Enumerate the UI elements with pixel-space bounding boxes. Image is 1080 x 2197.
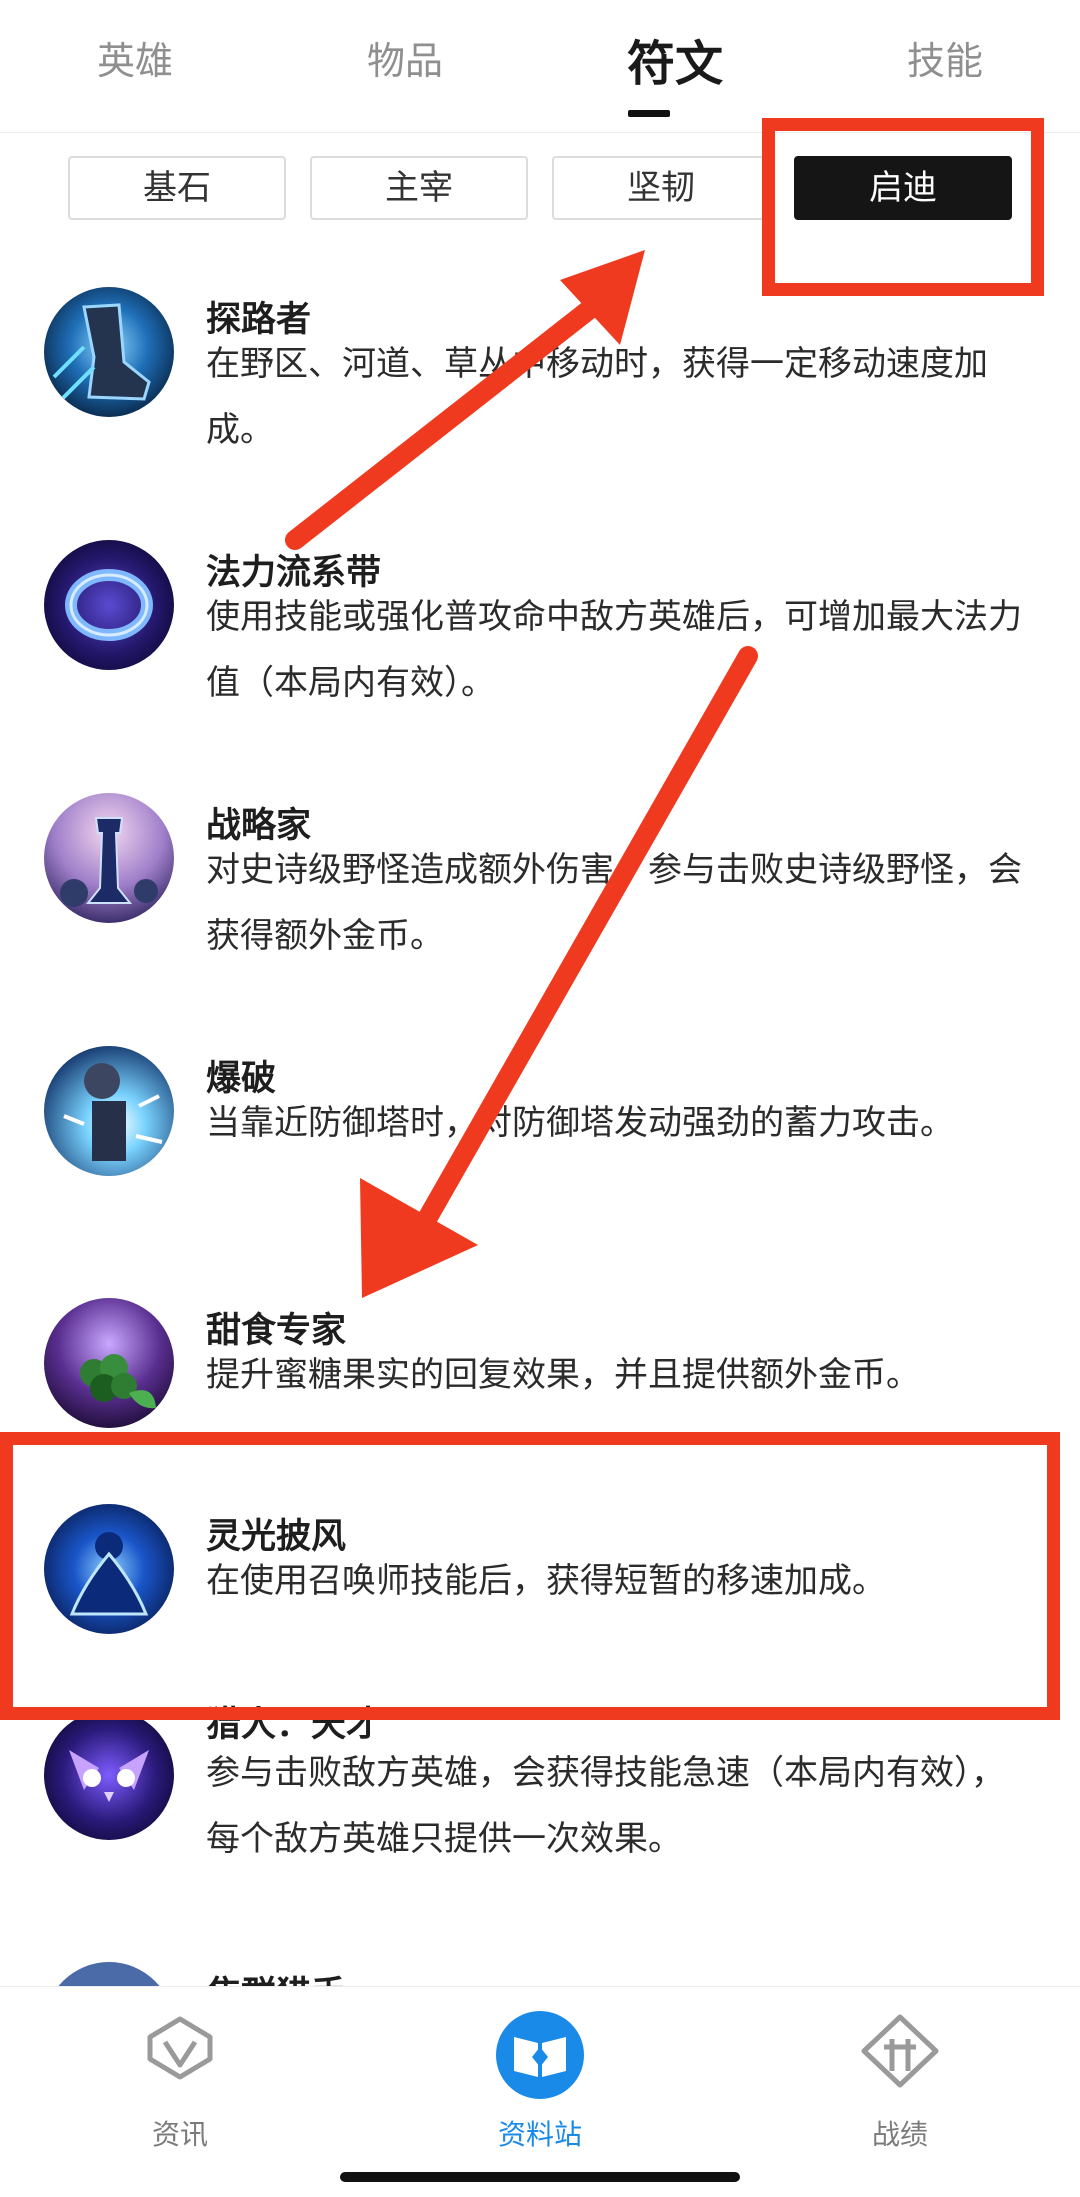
nav-database-label: 资料站 bbox=[497, 2118, 582, 2151]
tab-runes[interactable]: 符文 bbox=[575, 24, 775, 94]
rune-description: 提升蜜糖果实的回复效果，并且提供额外金币。 bbox=[206, 1355, 920, 1395]
tab-skills[interactable]: 技能 bbox=[845, 30, 1045, 85]
news-icon bbox=[147, 2016, 213, 2080]
subtab-domination[interactable]: 主宰 bbox=[310, 156, 528, 220]
nav-record-label: 战绩 bbox=[871, 2118, 928, 2151]
highlight-box-inspiration-tab bbox=[762, 118, 1044, 296]
chess-rook-icon bbox=[44, 793, 174, 923]
nav-news-label: 资讯 bbox=[151, 2118, 208, 2151]
active-tab-indicator bbox=[628, 110, 670, 117]
tower-blast-icon bbox=[44, 1046, 174, 1176]
subtab-keystone[interactable]: 基石 bbox=[68, 156, 286, 220]
nav-news[interactable]: 资讯 bbox=[80, 1997, 280, 2151]
subtab-resolve[interactable]: 坚韧 bbox=[552, 156, 770, 220]
nav-database[interactable]: 资料站 bbox=[440, 1997, 640, 2151]
boot-icon bbox=[44, 287, 174, 417]
record-icon bbox=[861, 2014, 939, 2088]
rune-description: 当靠近防御塔时，对防御塔发动强劲的蓄力攻击。 bbox=[206, 1103, 954, 1143]
book-icon bbox=[496, 2011, 584, 2099]
highlight-box-celestial-cloak bbox=[0, 1432, 1060, 1720]
rune-description: 使用技能或强化普攻命中敌方英雄后，可增加最大法力值（本局内有效）。 bbox=[206, 597, 1022, 703]
rune-description: 对史诗级野怪造成额外伤害。参与击败史诗级野怪，会获得额外金币。 bbox=[206, 850, 1022, 956]
owl-icon bbox=[44, 1710, 174, 1840]
tab-heroes[interactable]: 英雄 bbox=[35, 30, 235, 85]
honeyfruit-icon bbox=[44, 1298, 174, 1428]
rune-description: 在野区、河道、草丛中移动时，获得一定移动速度加成。 bbox=[206, 344, 988, 450]
rune-description: 参与击败敌方英雄，会获得技能急速（本局内有效），每个敌方英雄只提供一次效果。 bbox=[206, 1753, 1005, 1859]
ring-icon bbox=[44, 540, 174, 670]
arrow-icon bbox=[360, 646, 758, 1298]
nav-record[interactable]: 战绩 bbox=[800, 1997, 1000, 2151]
top-tab-bar: 英雄 物品 符文 技能 bbox=[0, 0, 1080, 133]
bottom-navigation: 资讯 资料站 战绩 bbox=[0, 1986, 1080, 2197]
tab-items[interactable]: 物品 bbox=[305, 30, 505, 85]
home-indicator bbox=[340, 2172, 740, 2182]
